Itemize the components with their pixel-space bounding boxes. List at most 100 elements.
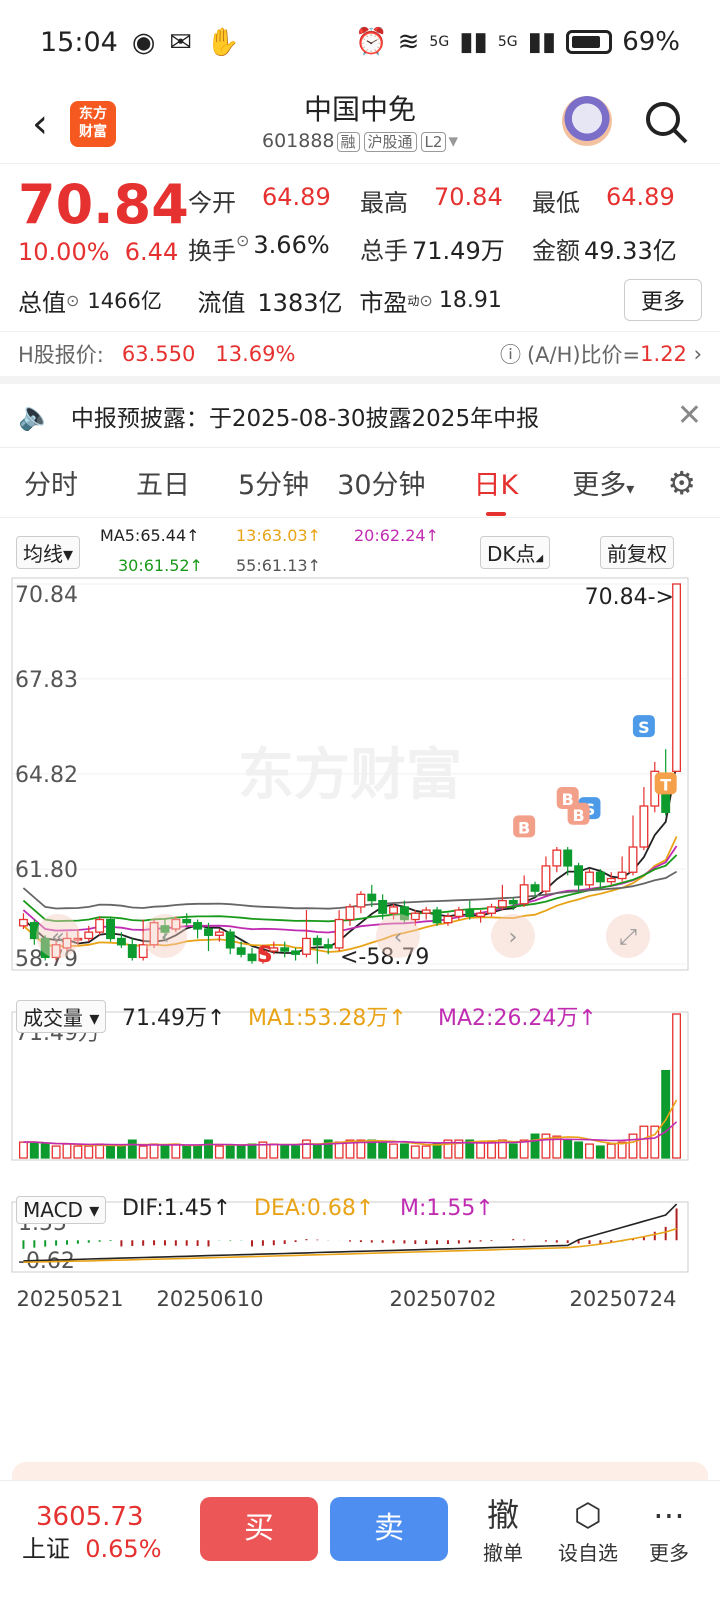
more-quote-button[interactable]: 更多: [623, 279, 702, 321]
volume-bar: [160, 1145, 170, 1159]
dk-point-button[interactable]: DK点◢: [480, 536, 551, 569]
volume-bar: [334, 1141, 344, 1159]
volume-bar: [399, 1143, 409, 1159]
sell-button[interactable]: 卖: [330, 1497, 448, 1561]
tab-five-day[interactable]: 五日: [122, 463, 204, 502]
volume-bar: [291, 1145, 301, 1159]
more-button[interactable]: ⋯ 更多: [634, 1493, 704, 1566]
tab-5min[interactable]: 5分钟: [224, 463, 323, 502]
tag-l2: L2: [420, 132, 447, 152]
app-logo[interactable]: 东方财富: [70, 100, 116, 147]
battery-icon: [566, 30, 613, 54]
tab-30min[interactable]: 30分钟: [323, 463, 439, 502]
close-icon[interactable]: ✕: [677, 398, 702, 433]
volume-ma2: MA2:26.24万↑: [438, 1006, 597, 1031]
tab-more-label: 更多: [572, 470, 627, 501]
mktcap-value: 1466亿: [87, 289, 162, 313]
volume-bar: [18, 1141, 28, 1159]
candle-body: [116, 937, 126, 946]
search-icon[interactable]: [642, 98, 690, 146]
candle-body: [127, 944, 137, 959]
back-arrow-icon[interactable]: ‹: [10, 101, 70, 147]
candle-body: [563, 849, 573, 867]
info-icon[interactable]: ⊙: [236, 231, 249, 266]
candle-body: [639, 805, 649, 848]
adjust-button[interactable]: 前复权: [600, 536, 674, 569]
index-name: 上证: [22, 1535, 70, 1563]
tab-intraday[interactable]: 分时: [10, 463, 92, 502]
candle-body: [617, 871, 627, 880]
stock-title-area[interactable]: 中国中免 601888 融沪股通 L2 ▾: [200, 88, 520, 152]
index-pct: 0.65%: [85, 1535, 162, 1563]
volume-bar: [432, 1143, 442, 1159]
signal-icon-2: ▮▮: [527, 27, 557, 57]
signal-5g-1: 5G: [429, 34, 450, 50]
candle-body: [367, 893, 377, 902]
candle-body: [454, 909, 464, 918]
volume-bar: [301, 1139, 311, 1159]
volume-bar: [585, 1143, 594, 1159]
candle-body: [541, 865, 551, 892]
dropdown-icon[interactable]: ▾: [448, 130, 458, 152]
volume-bar: [149, 1143, 159, 1159]
candle-body: [280, 947, 290, 952]
wifi-icon: ≋: [397, 27, 420, 57]
turnover-label: 换手: [188, 236, 236, 265]
chart-nav-icon: ‹: [394, 925, 403, 950]
volume-selector[interactable]: 成交量 ▾: [16, 1000, 107, 1033]
volume-bar: [476, 1141, 486, 1159]
change-amount: 6.44: [124, 238, 179, 266]
buy-button[interactable]: 买: [200, 1497, 318, 1561]
signal-5g-2: 5G: [497, 34, 518, 50]
chart-tabs: 分时 五日 5分钟 30分钟 日K 更多▾ ⚙: [0, 448, 720, 518]
candle-body: [410, 912, 420, 921]
ma-selector-label: 均线: [23, 542, 63, 566]
x-axis-label: 20250610: [157, 1287, 264, 1311]
kline-y-label: 61.80: [15, 858, 78, 883]
volume-bar: [280, 1145, 290, 1159]
volume-bar: [225, 1145, 235, 1159]
candle-body: [301, 937, 311, 955]
macd-header: MACD ▾ DIF:1.45↑ DEA:0.68↑ M:1.55↑: [0, 1192, 720, 1232]
marker-b-text: B: [518, 818, 530, 837]
status-bar: 15:04 ◉ ✉ ✋ ⏰ ≋ 5G ▮▮ 5G ▮▮ 69%: [0, 0, 720, 84]
add-watchlist-button[interactable]: ⬡ 设自选: [548, 1493, 628, 1566]
float-label: 流值: [197, 288, 246, 317]
candle-body: [508, 899, 518, 905]
macd-selector[interactable]: MACD ▾: [16, 1196, 107, 1224]
ma55-value: 55:61.13↑: [236, 556, 321, 575]
volume-bar: [530, 1133, 540, 1159]
cancel-order-button[interactable]: 撤撤单: [468, 1493, 538, 1566]
volume-selector-label: 成交量: [23, 1006, 83, 1030]
tab-daily-k[interactable]: 日K: [460, 463, 533, 516]
robot-assistant-icon[interactable]: [562, 96, 612, 146]
info-icon[interactable]: ⊙: [66, 291, 79, 310]
stock-header: ‹ 东方财富 中国中免 601888 融沪股通 L2 ▾: [0, 84, 720, 164]
more-label: 更多: [649, 1541, 689, 1565]
ma-selector[interactable]: 均线▾: [16, 536, 81, 569]
volume-bar: [193, 1145, 203, 1159]
h-share-row[interactable]: H股报价: 63.550 13.69% ⓘ (A/H)比价= 1.22 ›: [0, 332, 720, 384]
marker-s-text: S: [638, 718, 650, 737]
ma13-value: 13:63.03↑: [236, 526, 321, 545]
h-share-label: H股报价:: [18, 343, 104, 367]
notice-bar[interactable]: 🔈 中报预披露：于2025-08-30披露2025年中报 ✕: [0, 384, 720, 448]
candle-body: [204, 928, 213, 936]
info-icon[interactable]: ⊙: [419, 291, 432, 310]
candle-body: [497, 899, 507, 908]
volume-bar: [204, 1139, 213, 1159]
stock-code-line: 601888 融沪股通 L2 ▾: [200, 130, 520, 152]
index-value: 3605.73: [36, 1502, 144, 1532]
index-quote[interactable]: 3605.73 上证 0.65%: [22, 1501, 162, 1565]
candle-body: [519, 884, 529, 905]
volume-bar: [606, 1143, 616, 1159]
candle-body: [323, 944, 333, 949]
volume-bar: [595, 1145, 605, 1159]
open-value: 64.89: [262, 182, 331, 211]
volume-bar: [639, 1125, 649, 1159]
dk-label: DK点: [487, 542, 536, 566]
settings-gear-icon[interactable]: ⚙: [667, 464, 696, 502]
help-icon[interactable]: ⓘ: [500, 339, 521, 369]
tab-more[interactable]: 更多▾: [558, 463, 648, 502]
candle-body: [487, 906, 496, 914]
